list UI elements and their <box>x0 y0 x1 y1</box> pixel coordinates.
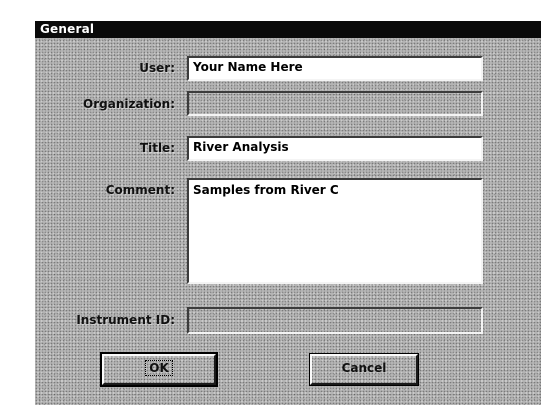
organization-label: Organization: <box>83 97 175 111</box>
ok-button[interactable]: OK <box>100 352 218 387</box>
general-dialog: General User: Your Name Here Organizatio… <box>33 19 541 405</box>
organization-field[interactable] <box>187 91 483 116</box>
dialog-title: General <box>40 22 95 36</box>
comment-textarea[interactable]: Samples from River C <box>187 178 483 284</box>
ok-button-label: OK <box>145 360 173 376</box>
user-label: User: <box>139 61 175 75</box>
cancel-button[interactable]: Cancel <box>309 353 419 386</box>
instrument-id-field[interactable] <box>187 307 483 334</box>
dialog-titlebar: General <box>35 21 541 38</box>
user-field[interactable]: Your Name Here <box>187 56 483 81</box>
title-label: Title: <box>139 141 175 155</box>
comment-label: Comment: <box>105 183 175 197</box>
instrument-id-label: Instrument ID: <box>76 313 175 327</box>
title-field[interactable]: River Analysis <box>187 136 483 161</box>
